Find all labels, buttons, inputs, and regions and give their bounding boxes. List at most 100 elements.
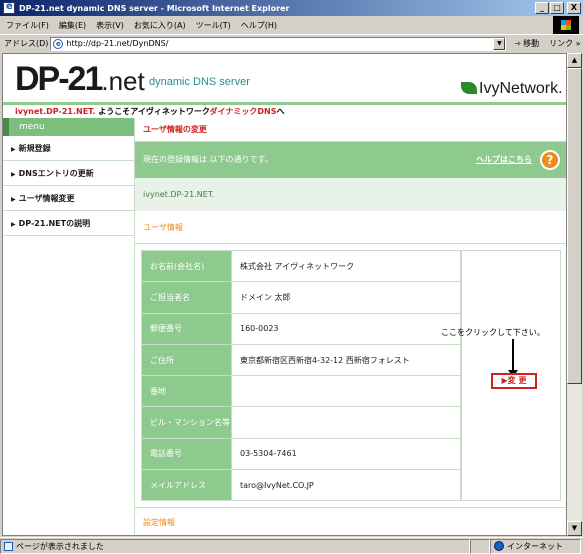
- welcome-domain: ivynet.DP-21.NET.: [15, 107, 96, 116]
- address-url: http://dp-21.net/DynDNS/: [66, 39, 169, 48]
- main-content: ユーザ情報の変更 現在の登録情報は 以下の通りです。 ヘルプはこちら ? ivy…: [135, 118, 566, 535]
- row-label: ご担当者名: [141, 281, 232, 314]
- welcome-suffix: へ: [276, 107, 285, 116]
- row-value: [231, 406, 461, 439]
- row-value: 03-5304-7461: [231, 437, 461, 471]
- table-row: 電話番号 03-5304-7461: [141, 437, 461, 471]
- scroll-thumb[interactable]: [567, 68, 582, 384]
- menu-file[interactable]: ファイル(F): [6, 20, 49, 31]
- ie-page-icon: [3, 1, 15, 14]
- status-zone: インターネット: [490, 538, 581, 554]
- triangle-right-icon: ▶: [11, 171, 16, 178]
- scroll-up-button[interactable]: ▲: [567, 53, 582, 68]
- links-button[interactable]: リンク »: [549, 38, 580, 49]
- click-hint: ここをクリックして下さい。: [441, 328, 545, 337]
- status-text: ページが表示されました: [16, 541, 104, 551]
- site-subtitle: dynamic DNS server: [149, 76, 250, 88]
- triangle-right-icon: ▶: [11, 146, 16, 153]
- logo-net: .net: [101, 66, 145, 96]
- row-label: ご住所: [141, 343, 232, 377]
- sidebar-item-label: DNSエントリの更新: [18, 169, 94, 178]
- row-label: 郵便番号: [141, 312, 232, 345]
- sidebar-title: menu: [3, 118, 134, 136]
- row-label: 番地: [141, 375, 232, 408]
- sidebar: menu ▶ 新規登録 ▶ DNSエントリの更新 ▶ ユーザ情報変更 ▶ DP-21.N…: [3, 118, 135, 535]
- table-row: ご住所 東京都新宿区西新宿4-32-12 西新宿フォレスト: [141, 343, 461, 377]
- status-bar: ページが表示されました インターネット: [0, 537, 583, 554]
- table-row: 番地: [141, 375, 461, 408]
- sidebar-item-dns-update[interactable]: ▶ DNSエントリの更新: [3, 161, 134, 186]
- welcome-bar: ivynet.DP-21.NET. ようこそアイヴィネットワークダイナミックDN…: [3, 102, 566, 118]
- page-done-icon: [4, 541, 13, 551]
- go-button[interactable]: ➜ 移動: [514, 38, 539, 49]
- go-label: 移動: [523, 39, 540, 48]
- go-arrow-icon: ➜: [514, 39, 522, 48]
- menu-bar: ファイル(F) 編集(E) 表示(V) お気に入り(A) ツール(T) ヘルプ(…: [0, 16, 583, 34]
- row-label: メイルアドレス: [141, 469, 232, 502]
- globe-icon: [494, 541, 504, 551]
- row-value: 株式会社 アイヴィネットワーク: [231, 249, 461, 283]
- settings-title: 設定情報: [135, 507, 566, 535]
- address-dropdown-button[interactable]: ▼: [493, 37, 506, 50]
- vertical-scrollbar[interactable]: ▲ ▼: [567, 53, 582, 536]
- help-link[interactable]: ヘルプはこちら: [476, 142, 532, 178]
- user-info-table: お名前(会社名) 株式会社 アイヴィネットワーク ご担当者名 ドメイン 太郎 郵便番…: [141, 249, 461, 502]
- status-main: ページが表示されました: [0, 538, 470, 554]
- domain-row: ivynet.DP-21.NET.: [135, 178, 566, 212]
- table-row: メイルアドレス taro@IvyNet.CO.JP: [141, 469, 461, 502]
- zone-text: インターネット: [507, 541, 563, 551]
- windows-logo-icon: [553, 16, 579, 34]
- row-value: 160-0023: [231, 312, 461, 345]
- table-row: ご担当者名 ドメイン 太郎: [141, 281, 461, 314]
- menu-view[interactable]: 表示(V): [96, 20, 124, 31]
- address-label: アドレス(D): [4, 39, 49, 48]
- window-controls: _ □ X: [535, 2, 581, 14]
- status-empty: [470, 538, 490, 554]
- sidebar-item-about[interactable]: ▶ DP-21.NETの説明: [3, 211, 134, 236]
- page-header: DP-21.net dynamic DNS server IvyNetwork.: [3, 54, 566, 102]
- window-title: DP-21.net dynamic DNS server - Microsoft…: [19, 3, 290, 13]
- window-titlebar: DP-21.net dynamic DNS server - Microsoft…: [0, 0, 583, 16]
- ivynetwork-logo-text: IvyNetwork.: [479, 80, 563, 97]
- logo-main: DP-21: [15, 60, 103, 98]
- table-row: お名前(会社名) 株式会社 アイヴィネットワーク: [141, 249, 461, 283]
- help-icon[interactable]: ?: [540, 150, 560, 170]
- table-row: ビル・マンション名等: [141, 406, 461, 439]
- sidebar-item-label: DP-21.NETの説明: [18, 219, 91, 228]
- row-label: 電話番号: [141, 437, 232, 471]
- triangle-right-icon: ▶: [11, 196, 16, 203]
- sidebar-item-user-info[interactable]: ▶ ユーザ情報変更: [3, 186, 134, 211]
- page-viewport: DP-21.net dynamic DNS server IvyNetwork.…: [2, 53, 567, 536]
- maximize-button[interactable]: □: [550, 2, 564, 14]
- menu-help[interactable]: ヘルプ(H): [241, 20, 277, 31]
- change-button[interactable]: ▶変 更: [491, 373, 537, 389]
- menu-edit[interactable]: 編集(E): [59, 20, 86, 31]
- triangle-right-icon: ▶: [11, 221, 16, 228]
- leaf-icon: [461, 82, 477, 94]
- row-value: taro@IvyNet.CO.JP: [231, 469, 461, 502]
- dp21-logo[interactable]: DP-21.net: [15, 60, 145, 99]
- row-value: 東京都新宿区西新宿4-32-12 西新宿フォレスト: [231, 343, 461, 377]
- welcome-text: ようこそアイヴィネットワーク: [95, 107, 210, 116]
- user-info-title: ユーザ情報: [135, 212, 566, 244]
- menu-tools[interactable]: ツール(T): [196, 20, 231, 31]
- close-button[interactable]: X: [567, 2, 581, 14]
- down-arrow-icon: [508, 339, 518, 377]
- section-title: ユーザ情報の変更: [135, 118, 566, 142]
- info-bar: 現在の登録情報は 以下の通りです。 ヘルプはこちら ?: [135, 142, 566, 178]
- table-row: 郵便番号 160-0023: [141, 312, 461, 345]
- user-info-table-wrap: お名前(会社名) 株式会社 アイヴィネットワーク ご担当者名 ドメイン 太郎 郵便番…: [135, 244, 566, 502]
- ie-page-icon: e: [53, 38, 64, 49]
- address-input[interactable]: e http://dp-21.net/DynDNS/ ▼: [50, 36, 507, 51]
- address-bar: アドレス(D) e http://dp-21.net/DynDNS/ ▼ ➜ 移…: [0, 34, 583, 52]
- menu-favorites[interactable]: お気に入り(A): [134, 20, 186, 31]
- sidebar-item-label: ユーザ情報変更: [18, 194, 75, 203]
- row-value: [231, 375, 461, 408]
- sidebar-item-register[interactable]: ▶ 新規登録: [3, 136, 134, 161]
- row-label: ビル・マンション名等: [141, 406, 232, 439]
- sidebar-item-label: 新規登録: [18, 144, 51, 153]
- minimize-button[interactable]: _: [535, 2, 549, 14]
- ivynetwork-logo[interactable]: IvyNetwork.: [461, 80, 563, 98]
- row-label: お名前(会社名): [141, 249, 232, 283]
- scroll-down-button[interactable]: ▼: [567, 521, 582, 536]
